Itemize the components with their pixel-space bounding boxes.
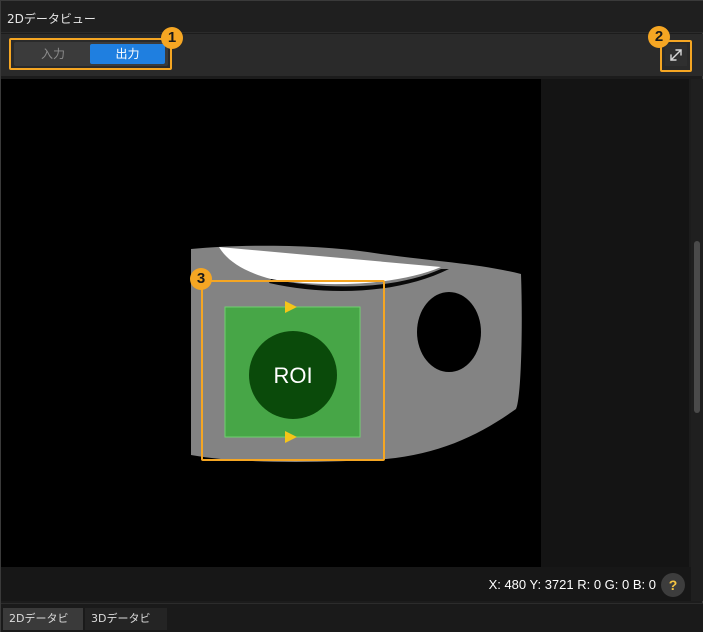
callout-badge-2: 2: [648, 26, 670, 48]
help-button[interactable]: ?: [661, 573, 685, 597]
vertical-scrollbar[interactable]: [691, 79, 703, 601]
status-bar: X: 480 Y: 3721 R: 0 G: 0 B: 0: [1, 567, 691, 601]
part-hole: [417, 292, 481, 372]
window-title: 2Dデータビュー: [7, 12, 96, 26]
callout-badge-3: 3: [190, 268, 212, 290]
callout-frame-3: [201, 280, 385, 461]
pixel-info: X: 480 Y: 3721 R: 0 G: 0 B: 0: [488, 577, 656, 592]
side-panel: [541, 79, 689, 567]
scrollbar-thumb[interactable]: [694, 241, 700, 413]
tab-2d-data-view[interactable]: 2Dデータビュー: [3, 608, 83, 630]
callout-frame-1: [9, 38, 172, 70]
callout-badge-1: 1: [161, 27, 183, 49]
tab-3d-data-view[interactable]: 3Dデータビュー: [85, 608, 167, 630]
data-view-window: 2Dデータビュー 入力 出力 1 2 ROI 3 X: 480 Y: 3721 …: [0, 0, 703, 632]
view-tabs: 2Dデータビュー 3Dデータビュー: [1, 603, 703, 632]
title-bar: 2Dデータビュー: [1, 1, 703, 33]
